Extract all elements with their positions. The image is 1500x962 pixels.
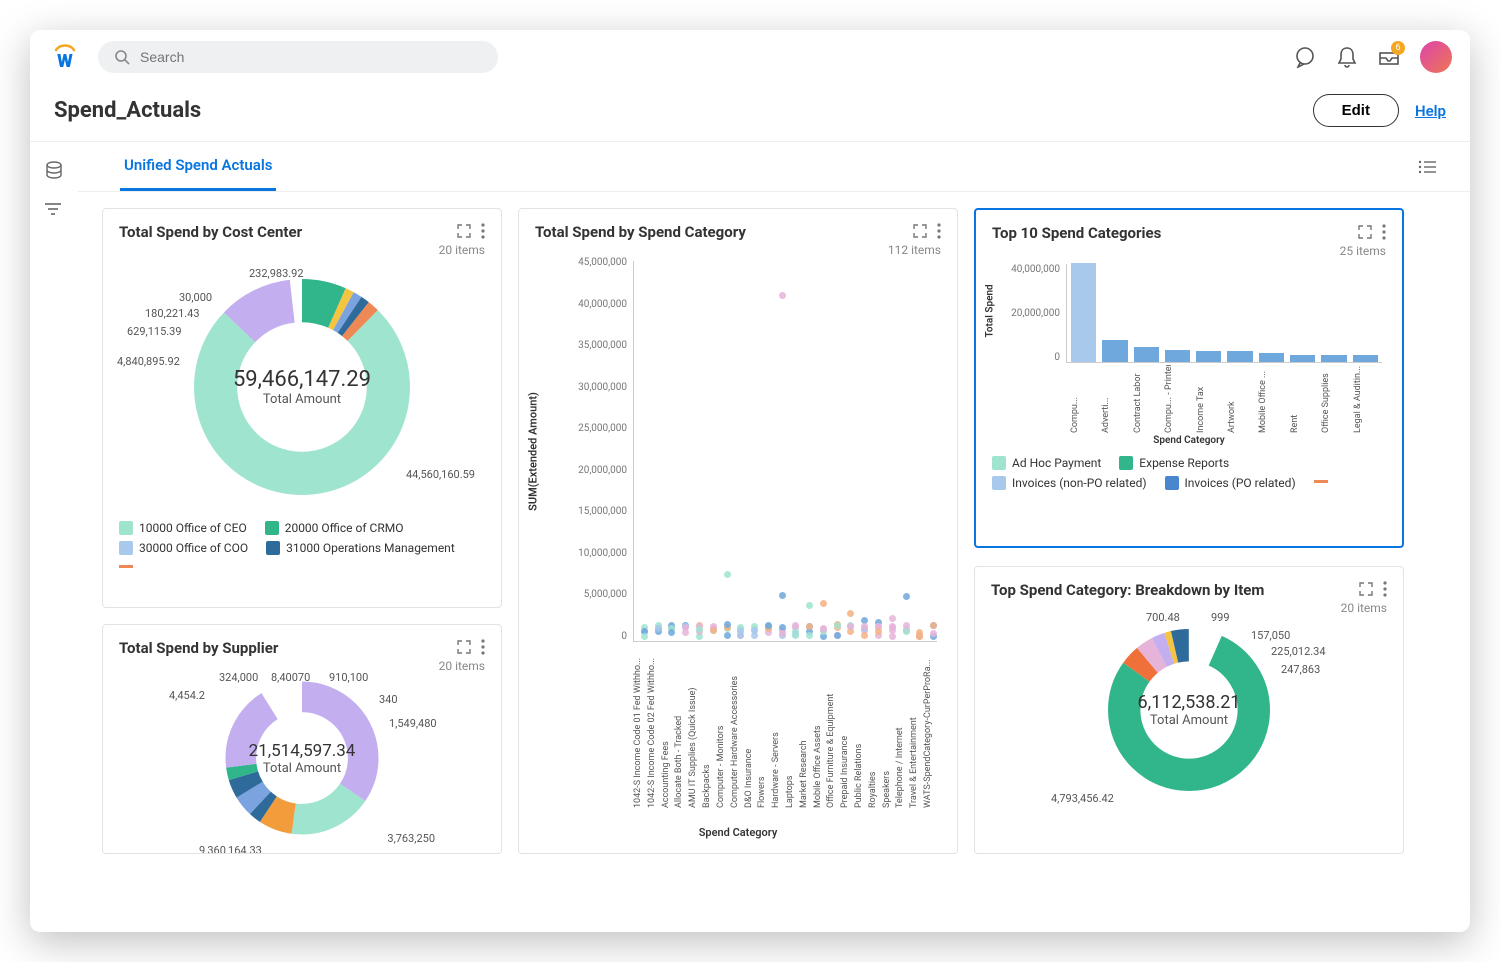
more-icon[interactable] bbox=[1382, 224, 1386, 240]
inbox-badge: 6 bbox=[1391, 41, 1405, 55]
svg-text:W: W bbox=[57, 51, 73, 72]
legend: 10000 Office of CEO 20000 Office of CRMO… bbox=[119, 521, 485, 568]
edit-button[interactable]: Edit bbox=[1313, 94, 1399, 127]
side-rail bbox=[30, 142, 78, 932]
card-title: Top 10 Spend Categories bbox=[992, 224, 1358, 242]
card-title: Total Spend by Spend Category bbox=[535, 223, 913, 241]
scatter-chart[interactable]: SUM(Extended Amount) 45,000,00040,000,00… bbox=[535, 257, 941, 822]
search-icon bbox=[114, 49, 130, 65]
card-top10-spend-categories: Top 10 Spend Categories 25 items Total S… bbox=[974, 208, 1404, 548]
card-title: Total Spend by Cost Center bbox=[119, 223, 457, 241]
tab-unified-spend-actuals[interactable]: Unified Spend Actuals bbox=[120, 142, 276, 191]
card-total-spend-category: Total Spend by Spend Category 112 items … bbox=[518, 208, 958, 854]
expand-icon[interactable] bbox=[457, 640, 471, 654]
expand-icon[interactable] bbox=[457, 224, 471, 238]
more-icon[interactable] bbox=[481, 223, 485, 239]
card-title: Total Spend by Supplier bbox=[119, 639, 457, 657]
more-icon[interactable] bbox=[1383, 581, 1387, 597]
donut-chart[interactable]: 59,466,147.29 Total Amount 232,983.92 30… bbox=[119, 257, 485, 517]
bell-icon[interactable] bbox=[1336, 46, 1358, 68]
card-breakdown-by-item: Top Spend Category: Breakdown by Item 20… bbox=[974, 566, 1404, 854]
legend: Ad Hoc Payment Expense Reports Invoices … bbox=[992, 456, 1386, 490]
inbox-icon[interactable]: 6 bbox=[1378, 46, 1400, 68]
chat-icon[interactable] bbox=[1294, 46, 1316, 68]
expand-icon[interactable] bbox=[913, 224, 927, 238]
topbar: W 6 bbox=[30, 30, 1470, 84]
card-total-spend-cost-center: Total Spend by Cost Center 20 items bbox=[102, 208, 502, 608]
filter-icon[interactable] bbox=[44, 202, 64, 222]
expand-icon[interactable] bbox=[1358, 225, 1372, 239]
item-count: 20 items bbox=[119, 243, 485, 257]
avatar[interactable] bbox=[1420, 41, 1452, 73]
expand-icon[interactable] bbox=[1359, 582, 1373, 596]
item-count: 20 items bbox=[991, 601, 1387, 615]
help-link[interactable]: Help bbox=[1415, 102, 1446, 120]
donut-chart[interactable]: 6,112,538.21 Total Amount 700.48 999 157… bbox=[991, 615, 1387, 805]
page-title: Spend_Actuals bbox=[54, 98, 1313, 123]
item-count: 25 items bbox=[992, 244, 1386, 258]
card-total-spend-supplier: Total Spend by Supplier 20 items bbox=[102, 624, 502, 854]
search-input[interactable] bbox=[140, 49, 482, 65]
app-logo: W bbox=[48, 40, 82, 74]
more-icon[interactable] bbox=[481, 639, 485, 655]
list-view-icon[interactable] bbox=[1408, 150, 1446, 184]
donut-chart[interactable]: 21,514,597.34 Total Amount 8,40070 910,1… bbox=[119, 673, 485, 843]
search-box[interactable] bbox=[98, 41, 498, 73]
item-count: 112 items bbox=[535, 243, 941, 257]
card-title: Top Spend Category: Breakdown by Item bbox=[991, 581, 1359, 599]
bar-chart[interactable]: Total Spend 40,000,00020,000,0000 Compu.… bbox=[992, 258, 1386, 433]
data-source-icon[interactable] bbox=[44, 160, 64, 180]
more-icon[interactable] bbox=[937, 223, 941, 239]
